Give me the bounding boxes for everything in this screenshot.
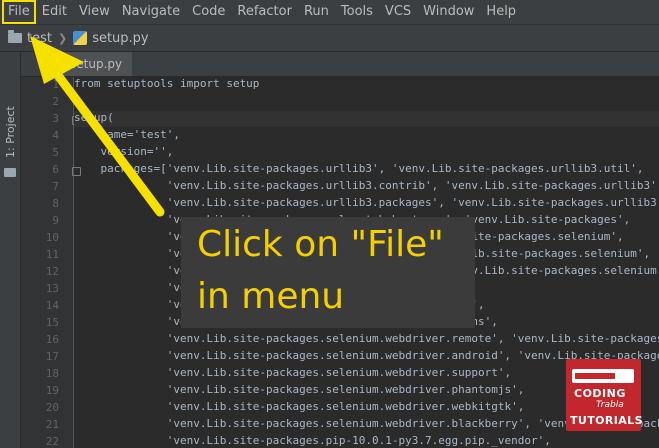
code-line: version='', (74, 145, 174, 158)
line-number: 14 (45, 299, 59, 312)
logo-graphic (572, 369, 634, 383)
code-line: 'venv.Lib.site-packages.selenium.webdriv… (74, 383, 525, 396)
breadcrumb-folder[interactable]: test (0, 30, 52, 46)
menu-navigate[interactable]: Navigate (116, 0, 186, 24)
line-number: 13 (45, 282, 59, 295)
line-number: 8 (52, 197, 59, 210)
line-number: 16 (45, 333, 59, 346)
logo-tutorials-text: TUTORIALS (570, 414, 643, 427)
coding-trabla-logo: CODING Trabla TUTORIALS (566, 359, 643, 431)
project-tool-tab-label: 1: Project (4, 106, 17, 158)
breadcrumb-file-label: setup.py (92, 30, 149, 46)
line-number: 2 (52, 95, 59, 108)
line-number: 19 (45, 384, 59, 397)
breadcrumb-folder-label: test (27, 30, 52, 46)
menu-help[interactable]: Help (480, 0, 522, 24)
line-number: 7 (52, 180, 59, 193)
breadcrumb: test ❯ setup.py (0, 25, 659, 52)
python-file-icon (73, 31, 88, 45)
line-number: 18 (45, 367, 59, 380)
code-line: 'venv.Lib.site-packages.selenium.webdriv… (74, 366, 512, 379)
logo-trabla-text: Trabla (596, 400, 624, 410)
folder-icon (4, 168, 16, 177)
callout-line-2: in menu (197, 276, 345, 317)
chevron-right-icon: ❯ (57, 31, 68, 45)
menu-window[interactable]: Window (417, 0, 480, 24)
line-number: 11 (45, 248, 59, 261)
left-tool-window-bar: 1: Project (0, 52, 21, 448)
logo-coding-text: CODING (574, 387, 626, 400)
code-line: 'venv.Lib.site-packages.selenium.webdriv… (74, 400, 525, 413)
line-number-gutter: 1 2 3 4 5 6 7 8 9 10 11 12 13 14 15 16 1… (21, 77, 81, 448)
line-number: 15 (45, 316, 59, 329)
code-line: 'venv.Lib.site-packages.selenium.webdriv… (74, 332, 659, 345)
line-number: 22 (45, 435, 59, 448)
menu-run[interactable]: Run (298, 0, 335, 24)
code-line: name='test', (74, 128, 180, 141)
current-line-highlight (74, 111, 659, 127)
menu-code[interactable]: Code (186, 0, 231, 24)
line-number: 1 (52, 78, 59, 91)
menu-edit[interactable]: Edit (36, 0, 73, 24)
line-number: 21 (45, 418, 59, 431)
line-number: 5 (52, 146, 59, 159)
tab-label: setup.py (70, 57, 123, 71)
menu-bar: File Edit View Navigate Code Refactor Ru… (0, 0, 659, 25)
menu-vcs[interactable]: VCS (379, 0, 417, 24)
code-line: 'venv.Lib.site-packages.urllib3.contrib'… (74, 179, 659, 192)
breadcrumb-file[interactable]: setup.py (73, 30, 149, 46)
line-number: 4 (52, 129, 59, 142)
code-line: packages=['venv.Lib.site-packages.urllib… (74, 162, 644, 175)
project-tool-tab[interactable]: 1: Project (2, 60, 18, 160)
folder-icon (8, 30, 22, 43)
code-line: 'venv.Lib.site-packages.pip-10.0.1-py3.7… (74, 434, 551, 447)
code-line: setup( (74, 111, 114, 124)
line-number: 17 (45, 350, 59, 363)
line-number: 10 (45, 231, 59, 244)
line-number: 20 (45, 401, 59, 414)
line-number: 9 (52, 214, 59, 227)
menu-view[interactable]: View (73, 0, 116, 24)
line-number: 3 (52, 112, 59, 125)
tutorial-callout: Click on "File" in menu (181, 217, 475, 328)
line-number: 12 (45, 265, 59, 278)
python-file-icon (51, 57, 65, 71)
line-number: 6 (52, 163, 59, 176)
editor-tab-bar: setup.py (21, 52, 659, 77)
menu-refactor[interactable]: Refactor (231, 0, 298, 24)
menu-tools[interactable]: Tools (335, 0, 379, 24)
code-line: 'venv.Lib.site-packages.urllib3.packages… (74, 196, 659, 209)
callout-line-1: Click on "File" (197, 224, 444, 265)
menu-file[interactable]: File (2, 0, 36, 24)
tab-setup-py[interactable]: setup.py (45, 52, 133, 76)
code-line: from setuptools import setup (74, 77, 260, 90)
